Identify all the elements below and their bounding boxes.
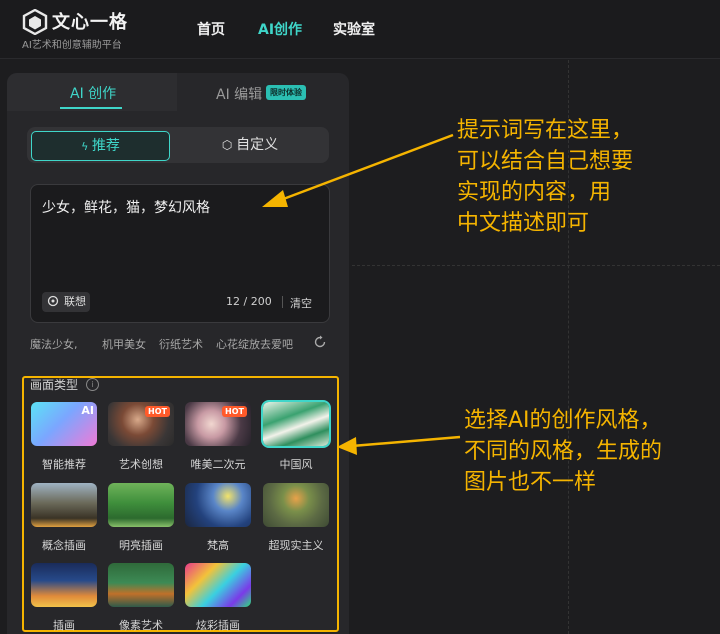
annotation-arrows <box>262 133 461 455</box>
arrow-to-styles <box>351 435 461 448</box>
arrowhead-styles <box>337 437 357 455</box>
arrow-to-prompt <box>277 133 454 203</box>
arrowhead-prompt <box>262 190 288 207</box>
